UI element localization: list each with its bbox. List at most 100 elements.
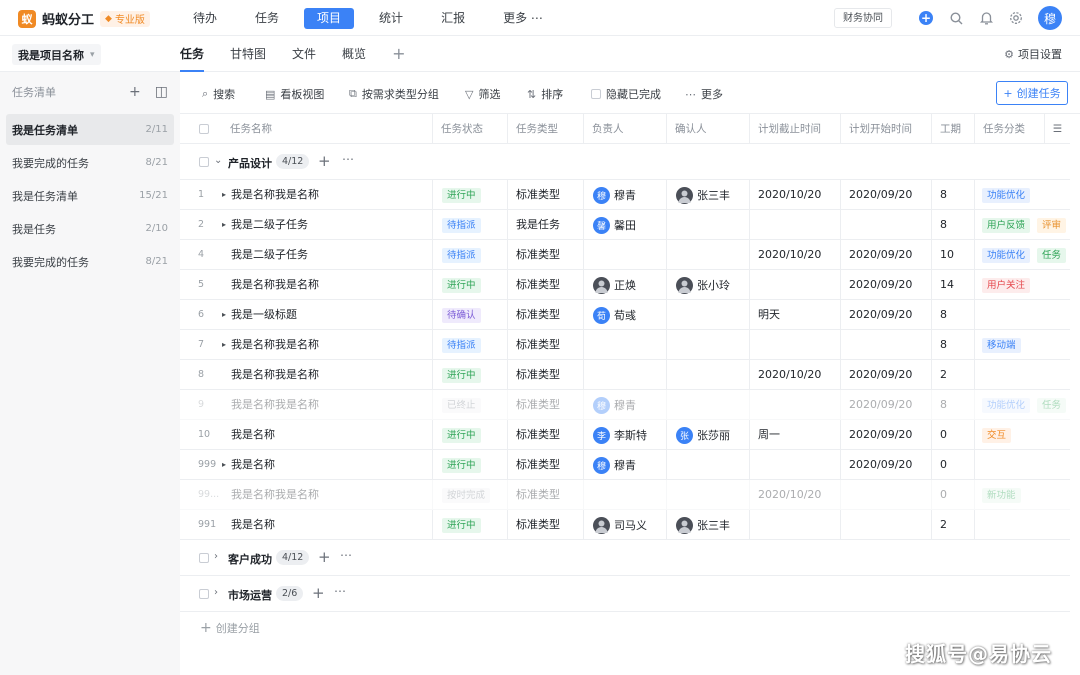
caret-right-icon[interactable]: ▸: [222, 330, 226, 360]
duration[interactable]: 8: [940, 180, 947, 210]
deadline[interactable]: 明天: [758, 300, 780, 330]
group-checkbox[interactable]: [199, 157, 209, 167]
category-tag[interactable]: 任务: [1037, 398, 1067, 413]
project-selector[interactable]: 我是项目名称 ▾: [12, 44, 101, 65]
tab-tasks[interactable]: 任务: [180, 36, 205, 72]
duration[interactable]: 0: [940, 480, 947, 510]
table-row[interactable]: 1 ▸ 我是名称我是名称 进行中 标准类型 穆穆青 张三丰 2020/10/20 2020/09…: [180, 180, 1070, 210]
deadline[interactable]: 周一: [758, 420, 780, 450]
nav-more[interactable]: 更多 ⋯: [490, 8, 556, 29]
more-button[interactable]: ⋯ 更多: [685, 86, 723, 102]
column-header-start[interactable]: 计划开始时间: [840, 114, 931, 144]
start-date[interactable]: 2020/09/20: [849, 450, 912, 480]
deadline[interactable]: 2020/10/20: [758, 480, 821, 510]
duration[interactable]: 8: [940, 300, 947, 330]
owner[interactable]: 李李斯特: [593, 426, 647, 444]
task-type[interactable]: 标准类型: [516, 270, 560, 300]
column-header-type[interactable]: 任务类型: [507, 114, 583, 144]
status-badge[interactable]: 待指派: [442, 218, 481, 233]
category-tag[interactable]: 交互: [982, 428, 1012, 443]
group-checkbox[interactable]: [199, 589, 209, 599]
start-date[interactable]: 2020/09/20: [849, 240, 912, 270]
table-row[interactable]: 9 我是名称我是名称 已终止 标准类型 穆穆青 2020/09/20 8 功能优化 任务: [180, 390, 1070, 420]
task-name[interactable]: 我是名称我是名称: [231, 330, 427, 360]
tab-files[interactable]: 文件: [292, 36, 316, 72]
group-header[interactable]: › 市场运营 2/6 + ⋯: [180, 576, 1070, 612]
task-name[interactable]: 我是名称: [231, 510, 427, 540]
table-row[interactable]: 2 ▸ 我是二级子任务 待指派 我是任务 馨馨田 8 用户反馈 评审: [180, 210, 1070, 240]
sidebar-item[interactable]: 我是任务清单 15/21: [6, 180, 174, 211]
column-header-name[interactable]: 任务名称: [222, 114, 430, 144]
user-avatar[interactable]: 穆: [1038, 6, 1062, 30]
add-list-icon[interactable]: +: [129, 84, 141, 100]
category-tag[interactable]: 用户反馈: [982, 218, 1031, 233]
tab-overview[interactable]: 概览: [342, 36, 366, 72]
nav-projects[interactable]: 项目: [304, 8, 355, 29]
duration[interactable]: 8: [940, 210, 947, 240]
deadline[interactable]: 2020/10/20: [758, 240, 821, 270]
create-group-button[interactable]: + 创建分组: [200, 620, 260, 636]
status-badge[interactable]: 待指派: [442, 338, 481, 353]
filter-button[interactable]: ▽ 筛选: [465, 86, 500, 102]
task-name[interactable]: 我是名称: [231, 420, 427, 450]
kanban-view-button[interactable]: ▤ 看板视图: [265, 86, 324, 102]
confirmer[interactable]: 张三丰: [676, 516, 730, 534]
task-type[interactable]: 标准类型: [516, 450, 560, 480]
status-badge[interactable]: 已终止: [442, 398, 481, 413]
task-name[interactable]: 我是二级子任务: [231, 210, 427, 240]
owner[interactable]: 穆穆青: [593, 396, 636, 414]
nav-reports[interactable]: 汇报: [428, 8, 478, 29]
column-header-duration[interactable]: 工期: [931, 114, 974, 144]
add-tab-icon[interactable]: +: [392, 36, 405, 72]
category-tag[interactable]: 任务: [1037, 248, 1067, 263]
status-badge[interactable]: 进行中: [442, 278, 481, 293]
category-tag[interactable]: 用户关注: [982, 278, 1031, 293]
caret-right-icon[interactable]: ▸: [222, 450, 226, 480]
table-row[interactable]: 10 我是名称 进行中 标准类型 李李斯特 张张莎丽 周一 2020/09/20 0 交互: [180, 420, 1070, 450]
chevron-down-icon[interactable]: ⌄: [214, 155, 222, 166]
finance-collab-button[interactable]: 财务协同: [834, 8, 892, 28]
task-name[interactable]: 我是名称我是名称: [231, 360, 427, 390]
chevron-right-icon[interactable]: ›: [214, 551, 218, 562]
task-name[interactable]: 我是名称我是名称: [231, 390, 427, 420]
task-type[interactable]: 标准类型: [516, 240, 560, 270]
add-icon[interactable]: +: [312, 584, 325, 602]
task-type[interactable]: 标准类型: [516, 390, 560, 420]
group-header[interactable]: ⌄ 产品设计 4/12 + ⋯: [180, 144, 1070, 180]
category-tag[interactable]: 功能优化: [982, 188, 1031, 203]
project-settings-button[interactable]: ⚙ 项目设置: [1004, 46, 1062, 62]
select-all-checkbox[interactable]: [199, 124, 209, 134]
task-name[interactable]: 我是名称我是名称: [231, 180, 427, 210]
more-icon[interactable]: ⋯: [342, 152, 355, 166]
task-type[interactable]: 标准类型: [516, 510, 560, 540]
duration[interactable]: 14: [940, 270, 954, 300]
table-row[interactable]: 991 我是名称 进行中 标准类型 司马义 张三丰 2: [180, 510, 1070, 540]
task-type[interactable]: 标准类型: [516, 300, 560, 330]
column-header-status[interactable]: 任务状态: [432, 114, 507, 144]
task-name[interactable]: 我是名称: [231, 450, 427, 480]
create-task-button[interactable]: + 创建任务: [996, 81, 1068, 105]
caret-right-icon[interactable]: ▸: [222, 180, 226, 210]
table-row[interactable]: 8 我是名称我是名称 进行中 标准类型 2020/10/20 2020/09/20 2: [180, 360, 1070, 390]
nav-tasks[interactable]: 任务: [242, 8, 292, 29]
duration[interactable]: 8: [940, 330, 947, 360]
duration[interactable]: 0: [940, 450, 947, 480]
deadline[interactable]: 2020/10/20: [758, 180, 821, 210]
duration[interactable]: 2: [940, 360, 947, 390]
status-badge[interactable]: 进行中: [442, 458, 481, 473]
start-date[interactable]: 2020/09/20: [849, 420, 912, 450]
table-row[interactable]: 5 我是名称我是名称 进行中 标准类型 正焕 张小玲 2020/09/20 14 用户关注: [180, 270, 1070, 300]
nav-stats[interactable]: 统计: [366, 8, 416, 29]
status-badge[interactable]: 进行中: [442, 428, 481, 443]
bell-icon[interactable]: [977, 9, 995, 27]
task-type[interactable]: 标准类型: [516, 180, 560, 210]
layout-icon[interactable]: ◫: [155, 84, 168, 100]
task-name[interactable]: 我是二级子任务: [231, 240, 427, 270]
task-type[interactable]: 标准类型: [516, 480, 560, 510]
group-header[interactable]: › 客户成功 4/12 + ⋯: [180, 540, 1070, 576]
status-badge[interactable]: 待指派: [442, 248, 481, 263]
deadline[interactable]: 2020/10/20: [758, 360, 821, 390]
nav-todo[interactable]: 待办: [180, 8, 230, 29]
duration[interactable]: 0: [940, 420, 947, 450]
owner[interactable]: 司马义: [593, 516, 647, 534]
